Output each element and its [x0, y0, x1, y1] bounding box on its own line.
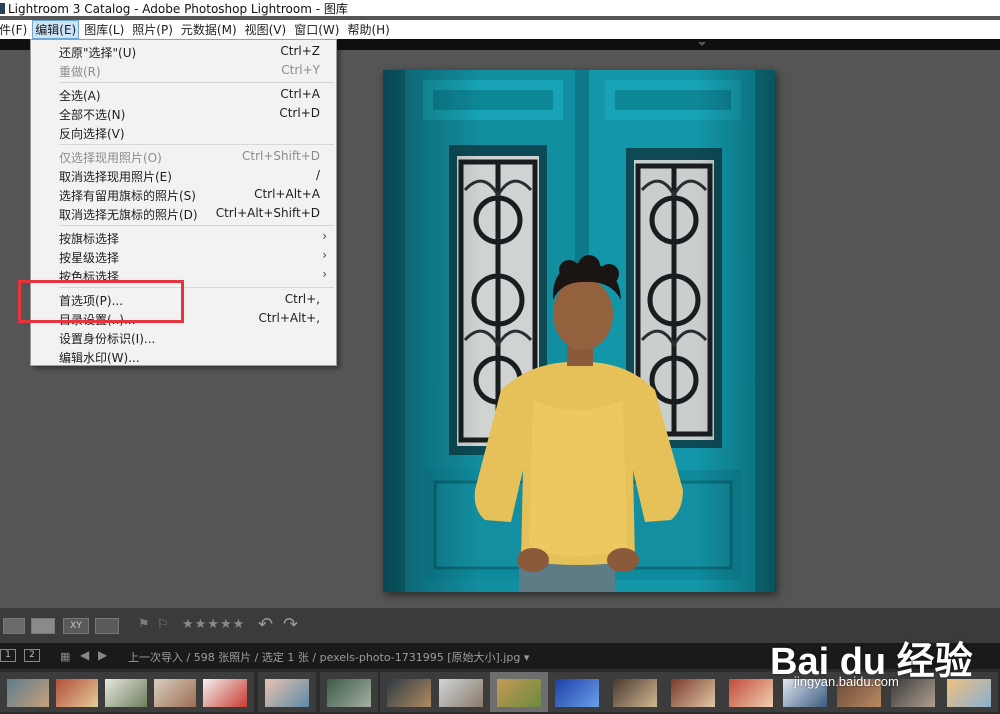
menu-item-shortcut: Ctrl+Alt+A	[254, 187, 320, 201]
annotation-highlight-box	[18, 280, 184, 323]
filmstrip-thumbnail[interactable]	[320, 672, 378, 712]
window-1-button[interactable]: 1	[0, 649, 16, 662]
menu-item-label: 按星级选择	[59, 251, 120, 265]
menu-item-undo[interactable]: 还原"选择"(U) Ctrl+Z	[31, 42, 336, 61]
filmstrip-thumbnail[interactable]	[664, 672, 722, 712]
filmstrip-thumbnail[interactable]	[258, 672, 316, 712]
menu-item-label: 重做(R)	[59, 65, 101, 79]
menu-item-label: 取消选择无旗标的照片(D)	[59, 208, 198, 222]
survey-view-icon[interactable]	[95, 618, 119, 634]
menu-item-select-none[interactable]: 全部不选(N) Ctrl+D	[31, 104, 336, 123]
filmstrip-source-text[interactable]: 上一次导入 / 598 张照片 / 选定 1 张 / pexels-photo-…	[128, 649, 529, 665]
menu-item-label: 取消选择现用照片(E)	[59, 170, 172, 184]
menu-item-select-by-flag[interactable]: 按旗标选择 ›	[31, 228, 336, 247]
submenu-arrow-icon: ›	[322, 267, 327, 281]
submenu-arrow-icon: ›	[322, 248, 327, 262]
menu-item-label: 选择有留用旗标的照片(S)	[59, 189, 196, 203]
menu-item-shortcut: Ctrl+Shift+D	[242, 149, 320, 163]
filmstrip-thumbnail-selected[interactable]	[490, 672, 548, 712]
title-bar: Lightroom 3 Catalog - Adobe Photoshop Li…	[0, 0, 1000, 16]
menu-item-shortcut: /	[315, 168, 320, 182]
menu-item-identity-plate[interactable]: 设置身份标识(I)...	[31, 328, 336, 347]
menu-file[interactable]: 件(F)	[0, 20, 30, 39]
submenu-arrow-icon: ›	[322, 229, 327, 243]
menu-item-select-flagged[interactable]: 选择有留用旗标的照片(S) Ctrl+Alt+A	[31, 185, 336, 204]
back-arrow-icon[interactable]: ◀	[80, 648, 89, 662]
menu-item-shortcut: Ctrl+Alt+Shift+D	[215, 206, 320, 220]
menu-item-shortcut: Ctrl+A	[280, 87, 320, 101]
menu-item-label: 按旗标选择	[59, 232, 120, 246]
watermark-url: jingyan.baidu.com	[794, 674, 899, 689]
menu-help[interactable]: 帮助(H)	[344, 20, 392, 39]
menu-item-label: 全部不选(N)	[59, 108, 126, 122]
menu-library[interactable]: 图库(L)	[81, 20, 127, 39]
star-rating[interactable]: ★★★★★	[182, 617, 245, 632]
filmstrip-thumbnail[interactable]	[548, 672, 606, 712]
collapse-triangle-icon[interactable]	[698, 42, 706, 46]
loupe-view-icon[interactable]	[31, 618, 55, 634]
window-title: Lightroom 3 Catalog - Adobe Photoshop Li…	[8, 1, 348, 16]
menu-item-label: 反向选择(V)	[59, 127, 125, 141]
forward-arrow-icon[interactable]: ▶	[98, 648, 107, 662]
filmstrip-thumbnail[interactable]	[196, 672, 254, 712]
rotate-left-icon[interactable]: ↶	[258, 614, 273, 635]
menu-edit[interactable]: 编辑(E)	[32, 20, 80, 39]
photo-image	[383, 70, 775, 592]
filmstrip-thumbnail[interactable]	[380, 672, 438, 712]
menu-item-select-all[interactable]: 全选(A) Ctrl+A	[31, 85, 336, 104]
menu-item-select-active-only: 仅选择现用照片(O) Ctrl+Shift+D	[31, 147, 336, 166]
loupe-photo[interactable]	[383, 70, 775, 592]
menu-separator	[59, 82, 334, 83]
menu-item-deselect-unflagged[interactable]: 取消选择无旗标的照片(D) Ctrl+Alt+Shift+D	[31, 204, 336, 223]
menu-photo[interactable]: 照片(P)	[129, 20, 176, 39]
app-icon	[0, 2, 5, 14]
window-2-button[interactable]: 2	[24, 649, 40, 662]
menu-item-deselect-active[interactable]: 取消选择现用照片(E) /	[31, 166, 336, 185]
menu-separator	[59, 225, 334, 226]
menu-item-redo: 重做(R) Ctrl+Y	[31, 61, 336, 80]
menu-item-label: 还原"选择"(U)	[59, 46, 137, 60]
menu-item-label: 编辑水印(W)...	[59, 351, 140, 365]
flag-reject-icon[interactable]: ⚐	[157, 617, 169, 632]
menu-item-shortcut: Ctrl+Y	[281, 63, 320, 77]
menu-item-label: 全选(A)	[59, 89, 101, 103]
menu-bar: 件(F) 编辑(E) 图库(L) 照片(P) 元数据(M) 视图(V) 窗口(W…	[0, 20, 1000, 39]
flag-pick-icon[interactable]: ⚑	[138, 617, 150, 632]
compare-view-icon[interactable]: XY	[63, 618, 89, 634]
menu-item-invert-selection[interactable]: 反向选择(V)	[31, 123, 336, 142]
menu-item-label: 设置身份标识(I)...	[59, 332, 156, 346]
menu-item-shortcut: Ctrl+Z	[280, 44, 320, 58]
menu-item-shortcut: Ctrl+,	[284, 292, 320, 306]
menu-item-edit-watermarks[interactable]: 编辑水印(W)...	[31, 347, 336, 366]
filmstrip-thumbnail[interactable]	[606, 672, 664, 712]
menu-item-shortcut: Ctrl+Alt+,	[258, 311, 320, 325]
rotate-right-icon[interactable]: ↷	[283, 614, 298, 635]
filmstrip-thumbnail[interactable]	[432, 672, 490, 712]
menu-item-select-by-rating[interactable]: 按星级选择 ›	[31, 247, 336, 266]
grid-icon[interactable]: ▦	[60, 650, 70, 663]
baidu-watermark: Bai du 经验 jingyan.baidu.com	[770, 618, 995, 698]
menu-item-label: 仅选择现用照片(O)	[59, 151, 162, 165]
grid-view-icon[interactable]	[3, 618, 25, 634]
menu-window[interactable]: 窗口(W)	[291, 20, 342, 39]
menu-item-shortcut: Ctrl+D	[279, 106, 320, 120]
menu-metadata[interactable]: 元数据(M)	[178, 20, 240, 39]
menu-separator	[59, 144, 334, 145]
menu-view[interactable]: 视图(V)	[242, 20, 290, 39]
